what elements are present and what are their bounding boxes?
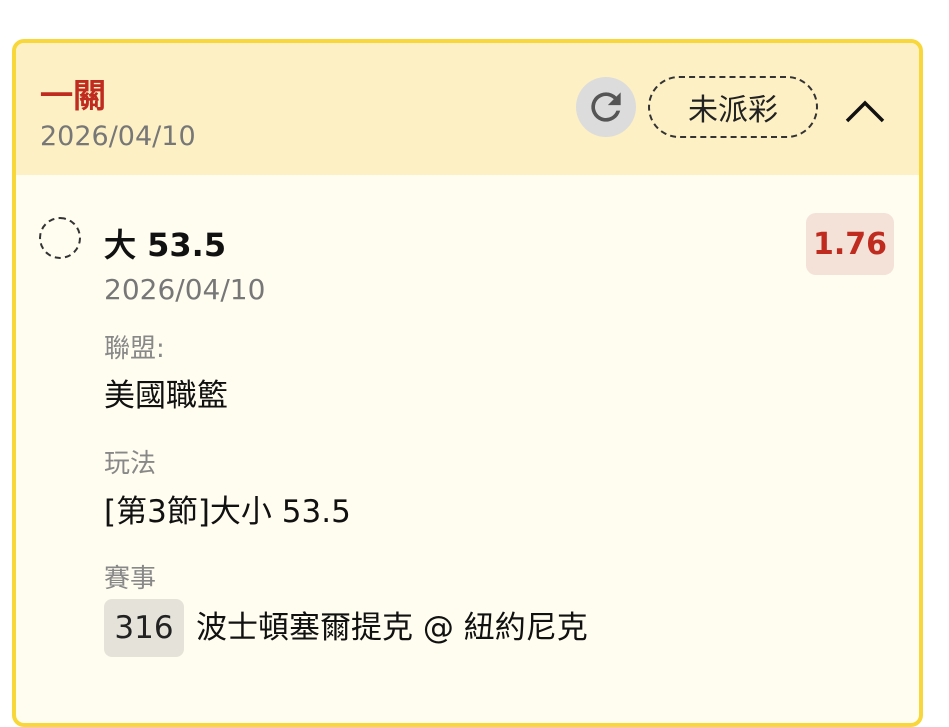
selection-date: 2026/04/10 [104, 273, 266, 306]
selection-name: 大 53.5 [104, 226, 227, 264]
market-label: 玩法 [104, 449, 157, 479]
event-code-badge: 316 [104, 599, 184, 657]
league-label: 聯盟: [104, 334, 165, 364]
market-value: [第3節]大小 53.5 [104, 494, 351, 530]
bet-date: 2026/04/10 [40, 121, 196, 152]
refresh-icon [584, 85, 628, 129]
odds-badge: 1.76 [806, 213, 894, 275]
bet-type-title: 一關 [40, 76, 106, 115]
league-value: 美國職籃 [104, 378, 228, 414]
event-name: 波士頓塞爾提克 @ 紐約尼克 [196, 610, 588, 646]
refresh-button[interactable] [576, 77, 636, 137]
event-row: 316 波士頓塞爾提克 @ 紐約尼克 [104, 599, 588, 657]
event-label: 賽事 [104, 564, 157, 594]
chevron-up-icon [843, 95, 887, 125]
select-checkbox[interactable] [39, 217, 81, 259]
status-badge: 未派彩 [648, 76, 818, 138]
collapse-button[interactable] [838, 83, 892, 137]
bet-card-header: 一關 2026/04/10 未派彩 [16, 43, 919, 175]
bet-card: 一關 2026/04/10 未派彩 大 53.5 1.76 2026/04/10… [12, 39, 923, 727]
